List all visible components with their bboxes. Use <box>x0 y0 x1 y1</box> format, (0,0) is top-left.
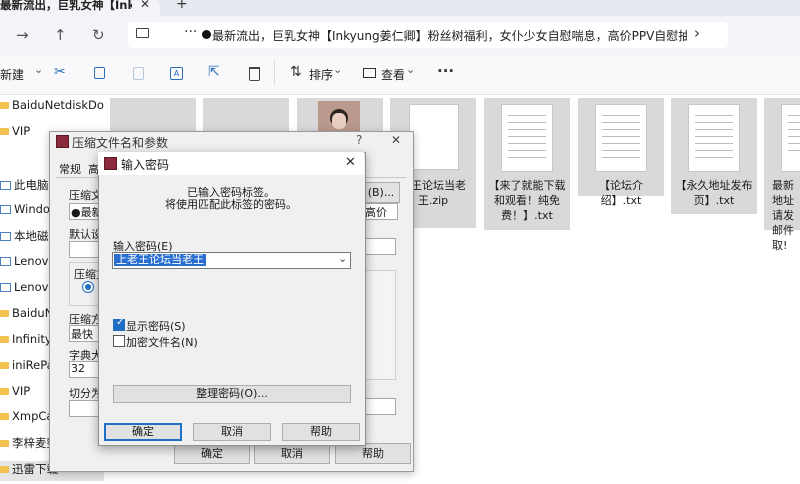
profile-button[interactable] <box>69 241 99 258</box>
folder-icon <box>0 336 9 343</box>
file-icon <box>409 104 459 170</box>
drive-icon <box>0 283 11 292</box>
folder-icon <box>0 388 9 395</box>
tab-title[interactable]: 最新流出，巨乳女神【Inkyu <box>0 0 132 13</box>
help-button[interactable]: 帮助 <box>282 423 360 441</box>
winrar-icon <box>56 135 69 148</box>
method-select[interactable]: 最快 <box>69 325 100 342</box>
chevron-down-icon[interactable]: ⌄ <box>406 63 415 76</box>
encrypt-filenames-label: 加密文件名(N) <box>126 336 198 349</box>
chevron-down-icon[interactable]: ⌄ <box>338 252 347 265</box>
show-password-checkbox[interactable]: ✓ <box>113 317 125 331</box>
tab-general[interactable]: 常规 <box>59 161 81 177</box>
chevron-right-icon[interactable]: › <box>694 24 700 42</box>
chevron-down-icon[interactable]: ⌄ <box>34 63 43 76</box>
password-value: 上老王论坛当老王 <box>114 254 206 266</box>
up-arrow-icon[interactable]: ↑ <box>54 26 67 44</box>
breadcrumb-more-icon[interactable]: ··· <box>184 24 197 40</box>
computer-icon <box>0 181 11 190</box>
delete-icon[interactable] <box>249 67 260 81</box>
format-radio[interactable] <box>82 281 94 293</box>
help-button[interactable]: 帮助 <box>335 443 411 464</box>
text-file-icon <box>688 104 740 172</box>
close-icon[interactable]: ✕ <box>345 155 356 170</box>
help-icon[interactable]: ? <box>356 133 362 147</box>
update-mode-select[interactable]: 高价 <box>362 203 398 220</box>
close-icon[interactable]: ✕ <box>391 133 401 147</box>
divider <box>274 60 275 86</box>
forward-arrow-icon[interactable]: → <box>16 26 29 44</box>
drive-icon <box>0 205 11 214</box>
cancel-button[interactable]: 取消 <box>193 423 271 441</box>
share-icon[interactable]: ⇱ <box>208 64 220 80</box>
sort-button[interactable]: 排序 <box>309 66 333 83</box>
text-file-icon <box>501 104 553 172</box>
paste-icon[interactable] <box>133 67 144 80</box>
sidebar-item-label: 此电脑 <box>14 178 49 192</box>
file-name: 【论坛介绍】.txt <box>599 179 643 207</box>
info-text-line2: 将使用匹配此标签的密码。 <box>165 198 297 211</box>
folder-icon <box>0 466 9 473</box>
drive-icon <box>0 232 11 241</box>
file-name: 【永久地址发布页】.txt <box>675 179 753 207</box>
dialog-title: 输入密码 <box>121 158 170 172</box>
breadcrumb[interactable]: 最新流出，巨乳女神【Inkyung姜仁卿】粉丝树福利，女仆少女自慰喘息，高价PP… <box>212 27 687 44</box>
sort-icon[interactable]: ⇅ <box>290 64 302 80</box>
chevron-down-icon[interactable]: ⌄ <box>333 63 342 76</box>
file-name: 【来了就能下载和观看！纯免费！】.txt <box>488 179 566 222</box>
split-input[interactable] <box>69 400 99 417</box>
sidebar-item-label: VIP <box>12 124 31 138</box>
new-tab-icon[interactable]: + <box>176 0 188 12</box>
sidebar-item-label: BaiduNetdiskDo <box>12 98 104 112</box>
tab-close-icon[interactable]: ✕ <box>140 0 150 11</box>
folder-icon <box>0 413 9 420</box>
password-button[interactable] <box>362 398 396 415</box>
text-file-icon <box>781 104 800 172</box>
folder-icon <box>0 362 9 369</box>
new-button[interactable]: 新建 <box>0 66 24 83</box>
folder-icon <box>0 440 9 447</box>
folder-icon <box>0 102 9 109</box>
view-icon[interactable] <box>363 68 376 78</box>
options-group <box>362 270 396 380</box>
rename-icon[interactable]: A <box>170 67 183 80</box>
encrypt-filenames-checkbox[interactable] <box>113 335 125 347</box>
refresh-icon[interactable]: ↻ <box>92 26 105 44</box>
winrar-icon <box>104 157 117 170</box>
text-file-icon <box>595 104 647 172</box>
copy-icon[interactable] <box>94 67 105 79</box>
view-button[interactable]: 查看 <box>381 66 405 83</box>
browse-button[interactable]: (B)... <box>362 182 400 203</box>
options-select[interactable] <box>362 238 396 255</box>
cut-icon[interactable]: ✂ <box>54 64 66 80</box>
organize-passwords-button[interactable]: 整理密码(O)... <box>113 385 351 403</box>
folder-icon <box>0 310 9 317</box>
sidebar-item-label: VIP <box>12 384 31 398</box>
ok-button[interactable]: 确定 <box>104 423 182 441</box>
sidebar-item-baidunetdisk[interactable]: BaiduNetdiskDo <box>0 98 104 118</box>
ok-button[interactable]: 确定 <box>174 443 250 464</box>
file-name: 最新地址请发邮件取! <box>772 179 794 252</box>
dot-icon <box>202 30 211 39</box>
dialog-title: 压缩文件名和参数 <box>72 136 169 150</box>
more-options-icon[interactable]: ··· <box>437 62 454 80</box>
dictionary-select[interactable]: 32 <box>69 361 100 378</box>
drive-icon <box>0 257 11 266</box>
monitor-icon[interactable] <box>136 28 149 38</box>
show-password-label: 显示密码(S) <box>126 320 186 333</box>
cancel-button[interactable]: 取消 <box>254 443 330 464</box>
folder-icon <box>0 128 9 135</box>
